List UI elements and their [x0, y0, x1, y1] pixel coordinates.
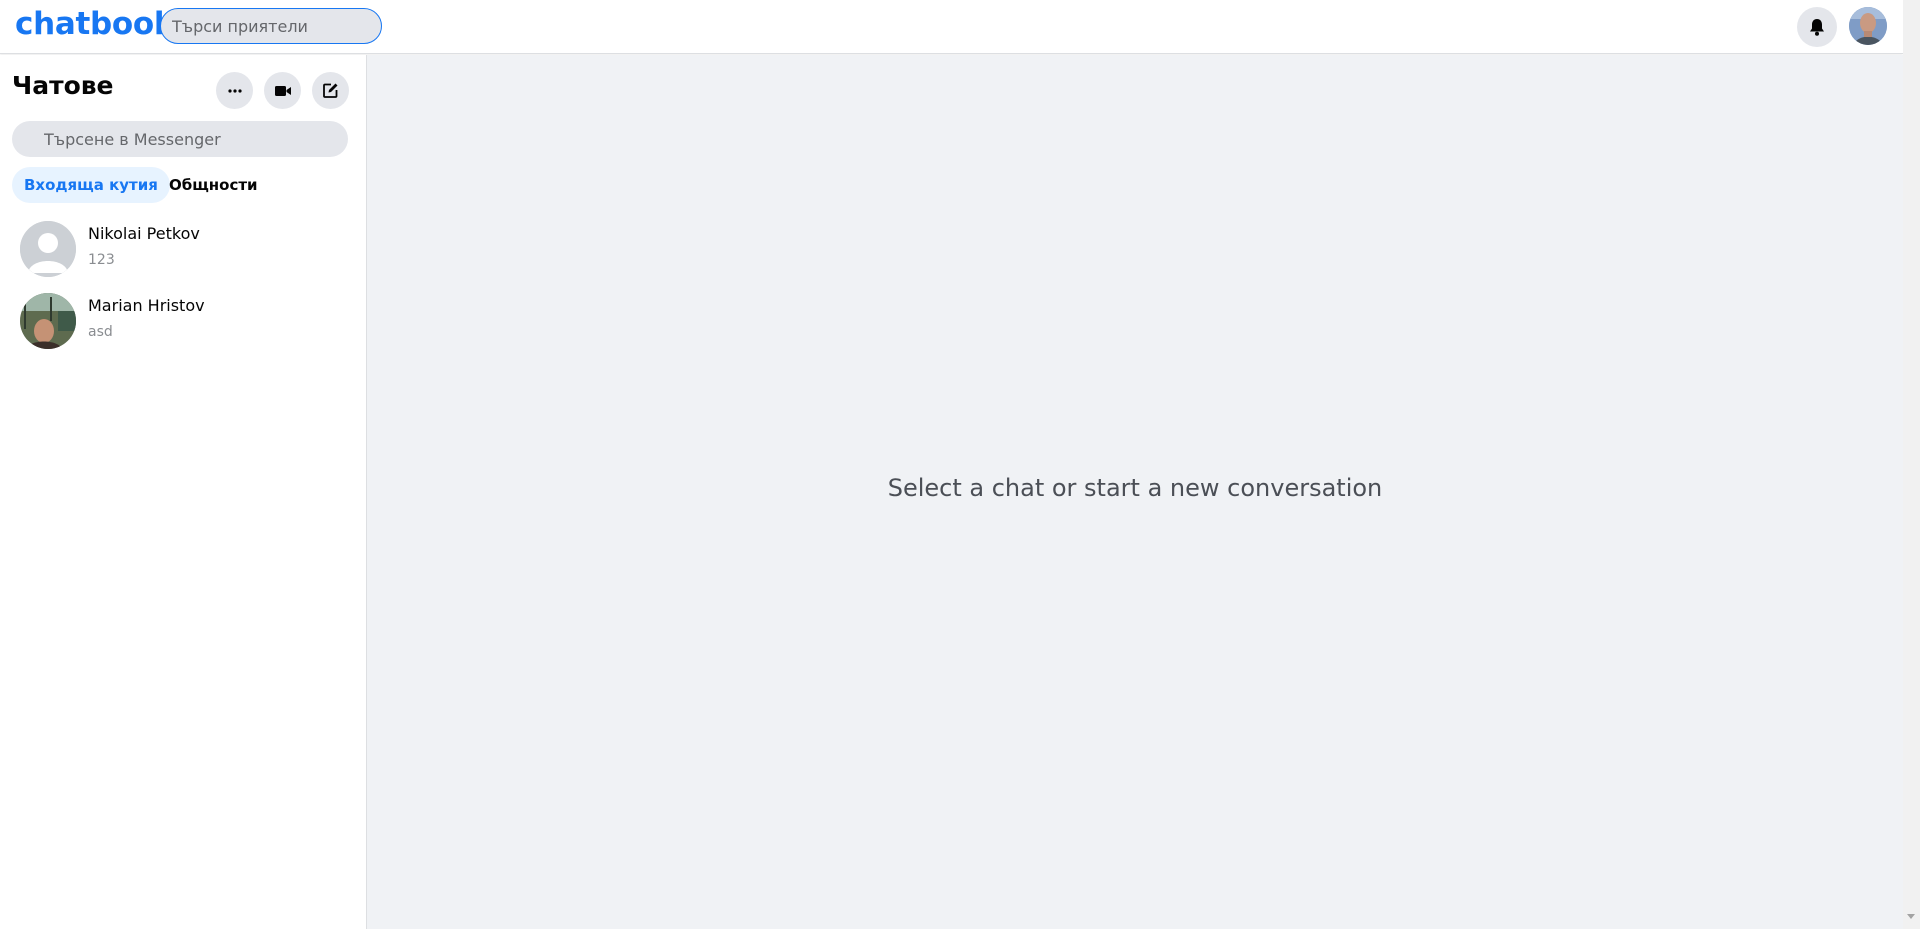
scroll-down-arrow-icon[interactable] — [1907, 914, 1915, 919]
notifications-button[interactable] — [1797, 7, 1837, 47]
tab-communities[interactable]: Общности — [157, 167, 270, 203]
messenger-search-input[interactable] — [12, 121, 348, 157]
new-message-button[interactable] — [312, 72, 349, 109]
tab-inbox[interactable]: Входяща кутия — [12, 167, 170, 203]
more-horizontal-icon — [227, 88, 242, 93]
bell-icon — [1810, 19, 1824, 36]
profile-avatar[interactable] — [1849, 7, 1887, 45]
chat-sidebar: Чатове Входяща кутия Общности N — [0, 55, 367, 929]
user-avatar-image — [1849, 7, 1887, 45]
more-options-button[interactable] — [216, 72, 253, 109]
chat-avatar — [20, 293, 76, 349]
empty-state-message: Select a chat or start a new conversatio… — [887, 474, 1383, 502]
chat-last-message: 123 — [88, 252, 115, 268]
chat-list-item[interactable]: Nikolai Petkov 123 — [12, 217, 352, 283]
default-person-icon — [20, 221, 76, 277]
chat-name: Nikolai Petkov — [88, 224, 200, 243]
friend-search-input[interactable] — [160, 8, 382, 44]
video-camera-icon — [274, 85, 291, 96]
app-logo[interactable]: chatbook — [15, 6, 174, 42]
sidebar-title: Чатове — [12, 71, 114, 100]
page-scrollbar[interactable] — [1903, 0, 1920, 929]
top-navigation-bar: chatbook — [0, 0, 1903, 54]
chat-last-message: asd — [88, 324, 113, 340]
chat-list-item[interactable]: Marian Hristov asd — [12, 289, 352, 355]
conversation-area: Select a chat or start a new conversatio… — [367, 55, 1903, 929]
chat-avatar — [20, 221, 76, 277]
video-call-button[interactable] — [264, 72, 301, 109]
chat-name: Marian Hristov — [88, 296, 205, 315]
compose-icon — [323, 83, 338, 98]
user-photo-icon — [20, 293, 76, 349]
